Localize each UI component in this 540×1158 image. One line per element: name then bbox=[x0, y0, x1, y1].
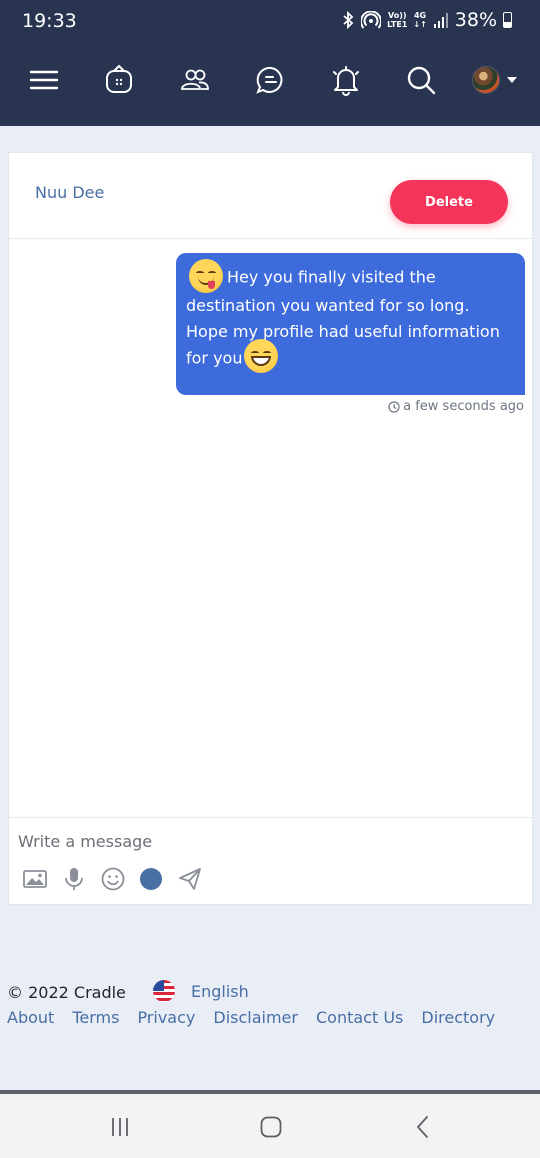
recent-apps-icon[interactable] bbox=[107, 1114, 133, 1140]
footer-links: About Terms Privacy Disclaimer Contact U… bbox=[7, 1008, 495, 1027]
messages-icon[interactable] bbox=[255, 64, 287, 96]
us-flag-icon bbox=[153, 980, 175, 1002]
notifications-icon[interactable] bbox=[330, 64, 362, 96]
message-bubble: Hey you finally visited the destination … bbox=[176, 253, 525, 395]
send-icon[interactable] bbox=[177, 866, 203, 892]
battery-icon bbox=[503, 12, 512, 28]
footer-link-about[interactable]: About bbox=[7, 1008, 54, 1027]
delete-button[interactable]: Delete bbox=[390, 180, 508, 224]
contact-name[interactable]: Nuu Dee bbox=[35, 183, 104, 202]
emoji-icon[interactable] bbox=[100, 866, 126, 892]
avatar[interactable] bbox=[472, 66, 500, 94]
footer-link-disclaimer[interactable]: Disclaimer bbox=[213, 1008, 298, 1027]
message-input[interactable] bbox=[9, 826, 532, 856]
footer-link-terms[interactable]: Terms bbox=[72, 1008, 119, 1027]
menu-icon[interactable] bbox=[28, 64, 60, 96]
system-nav-bar bbox=[0, 1094, 540, 1158]
copyright: © 2022 Cradle bbox=[7, 983, 126, 1002]
back-icon[interactable] bbox=[410, 1114, 436, 1140]
footer-link-privacy[interactable]: Privacy bbox=[137, 1008, 195, 1027]
color-picker[interactable] bbox=[140, 868, 162, 890]
chat-card: Nuu Dee Delete Hey you finally visited t… bbox=[8, 152, 533, 905]
message-composer bbox=[9, 817, 532, 906]
clock-icon bbox=[388, 400, 400, 413]
image-icon[interactable] bbox=[22, 866, 48, 892]
volte-indicator: Vo)) LTE1 bbox=[387, 11, 407, 29]
network-indicator: 4G ↓↑ bbox=[413, 11, 426, 29]
language-selector[interactable]: English bbox=[153, 980, 249, 1002]
status-time: 19:33 bbox=[22, 10, 77, 32]
grin-emoji-icon bbox=[244, 339, 279, 373]
network-type: 4G bbox=[413, 11, 427, 20]
bluetooth-icon bbox=[343, 11, 354, 29]
message-timestamp: a few seconds ago bbox=[388, 399, 524, 414]
footer-link-directory[interactable]: Directory bbox=[421, 1008, 495, 1027]
home-button-icon[interactable] bbox=[258, 1114, 284, 1140]
volte-top: Vo)) bbox=[387, 11, 407, 20]
hotspot-icon bbox=[361, 11, 382, 29]
status-indicators: Vo)) LTE1 4G ↓↑ 38% bbox=[341, 9, 512, 31]
battery-percent: 38% bbox=[454, 9, 497, 31]
message-body: Hey you finally visited the destination … bbox=[186, 267, 500, 368]
status-bar: 19:33 Vo)) LTE1 4G ↓↑ 38% bbox=[0, 0, 540, 42]
signal-icon bbox=[433, 13, 448, 28]
search-icon[interactable] bbox=[405, 64, 437, 96]
yum-emoji-icon bbox=[189, 259, 223, 293]
footer-link-contact-us[interactable]: Contact Us bbox=[316, 1008, 403, 1027]
language-label: English bbox=[191, 981, 249, 1001]
microphone-icon[interactable] bbox=[61, 866, 87, 892]
main-nav bbox=[0, 56, 540, 106]
caret-down-icon[interactable] bbox=[507, 77, 517, 83]
profile-menu[interactable] bbox=[472, 66, 517, 94]
timestamp-text: a few seconds ago bbox=[403, 399, 524, 414]
friends-icon[interactable] bbox=[179, 64, 211, 96]
message-text: Hey you finally visited the destination … bbox=[186, 259, 515, 373]
chat-header: Nuu Dee Delete bbox=[9, 153, 532, 239]
volte-bottom: LTE1 bbox=[387, 20, 408, 29]
data-arrows: ↓↑ bbox=[413, 20, 427, 29]
top-bar: 19:33 Vo)) LTE1 4G ↓↑ 38% bbox=[0, 0, 540, 126]
home-icon[interactable] bbox=[103, 64, 135, 96]
